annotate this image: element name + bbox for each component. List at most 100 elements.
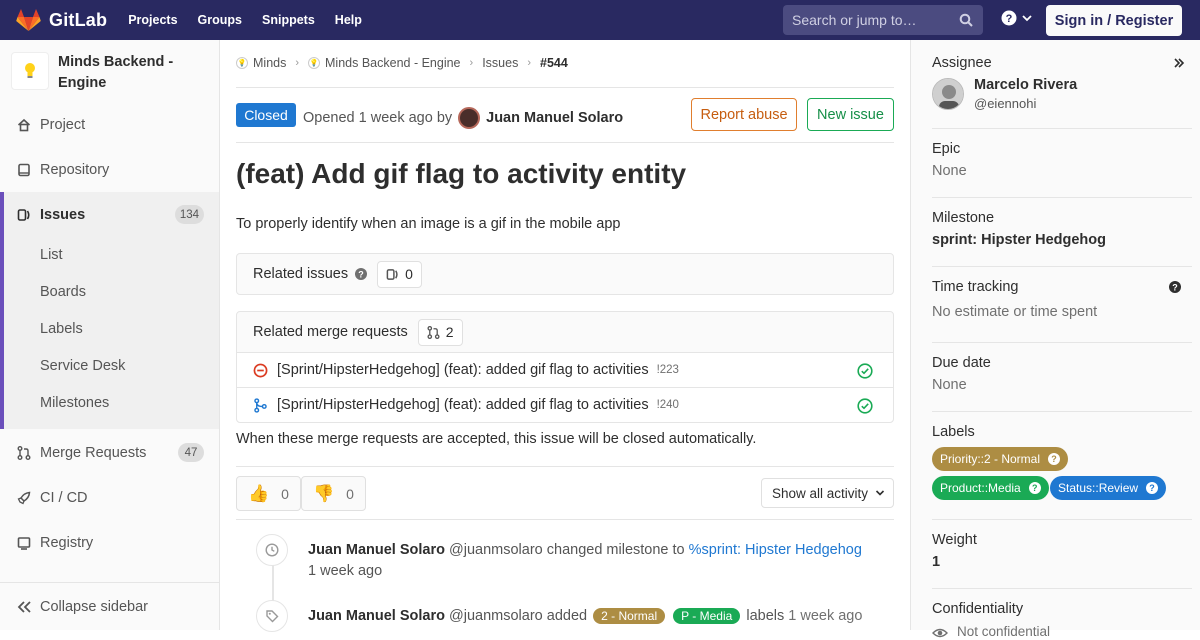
- nav-help[interactable]: Help: [335, 13, 362, 27]
- label-chip[interactable]: 2 - Normal: [593, 608, 666, 624]
- pipeline-success-icon[interactable]: [857, 398, 873, 414]
- assignee-name[interactable]: Marcelo Rivera: [974, 77, 1077, 93]
- collapse-right-sidebar-icon[interactable]: [1173, 57, 1185, 69]
- status-badge: Closed: [236, 103, 296, 127]
- mr-title[interactable]: [Sprint/HipsterHedgehog] (feat): added g…: [277, 362, 649, 378]
- divider: [932, 342, 1192, 343]
- sidebar-label: Merge Requests: [40, 444, 147, 461]
- sign-in-button[interactable]: Sign in / Register: [1046, 5, 1182, 36]
- brand-name: GitLab: [49, 9, 108, 30]
- assignee-label: Assignee: [932, 55, 992, 71]
- opened-text: Opened 1 week ago by: [303, 110, 453, 126]
- breadcrumb-group[interactable]: Minds: [253, 56, 286, 70]
- sidebar-subitem-milestones[interactable]: Milestones: [40, 395, 109, 411]
- label-product[interactable]: Product::Media ?: [932, 476, 1049, 500]
- sidebar-label: Repository: [40, 161, 110, 178]
- sidebar-item-merge-requests[interactable]: Merge Requests 47: [0, 430, 219, 475]
- epic-value: None: [932, 163, 967, 179]
- report-abuse-button[interactable]: Report abuse: [691, 98, 797, 131]
- related-issues-label: Related issues: [253, 266, 349, 282]
- mr-title[interactable]: [Sprint/HipsterHedgehog] (feat): added g…: [277, 397, 649, 413]
- svg-text:?: ?: [358, 270, 364, 280]
- sidebar-item-cicd[interactable]: CI / CD: [0, 475, 219, 520]
- new-issue-button[interactable]: New issue: [807, 98, 894, 131]
- nav-snippets[interactable]: Snippets: [262, 13, 315, 27]
- mr-row[interactable]: [Sprint/HipsterHedgehog] (feat): added g…: [237, 387, 893, 422]
- gitlab-logo[interactable]: GitLab: [16, 0, 107, 40]
- sidebar-subitem-boards[interactable]: Boards: [40, 284, 86, 300]
- author-avatar[interactable]: [458, 107, 481, 129]
- nav-groups[interactable]: Groups: [198, 13, 242, 27]
- clock-icon: [265, 543, 279, 557]
- sidebar-subitem-list[interactable]: List: [40, 247, 63, 263]
- activity-entry: Juan Manuel Solaro @juanmsolaro changed …: [308, 542, 862, 558]
- divider: [932, 588, 1192, 589]
- search-input[interactable]: Search or jump to…: [783, 5, 983, 35]
- double-chevron-left-icon: [17, 600, 31, 613]
- sidebar-item-project[interactable]: Project: [0, 102, 219, 147]
- auto-close-note: When these merge requests are accepted, …: [236, 431, 757, 447]
- label-text: Status::Review: [1058, 481, 1139, 495]
- label-priority[interactable]: Priority::2 - Normal ?: [932, 447, 1069, 471]
- label-text: Product::Media: [940, 481, 1021, 495]
- divider: [932, 197, 1192, 198]
- author-name[interactable]: Juan Manuel Solaro: [486, 110, 623, 126]
- pipeline-success-icon[interactable]: [857, 363, 873, 379]
- rocket-icon: [16, 490, 32, 506]
- milestone-value[interactable]: sprint: Hipster Hedgehog: [932, 232, 1106, 248]
- milestone-label: Milestone: [932, 210, 995, 226]
- sidebar-label: Registry: [40, 534, 94, 551]
- sidebar-item-repository[interactable]: Repository: [0, 147, 219, 192]
- activity-time: 1 week ago: [308, 563, 383, 579]
- question-icon: ?: [1146, 482, 1159, 494]
- thumbs-up-icon: 👍: [248, 483, 270, 503]
- search-icon: [959, 13, 973, 27]
- issues-count-badge: 134: [174, 205, 204, 224]
- chevron-right-icon: ›: [527, 57, 531, 69]
- filter-label: Show all activity: [772, 485, 869, 501]
- activity-handle[interactable]: @juanmsolaro: [449, 608, 543, 624]
- divider: [932, 266, 1192, 267]
- nav-projects[interactable]: Projects: [128, 13, 177, 27]
- breadcrumb-current[interactable]: #544: [540, 56, 568, 70]
- milestone-link[interactable]: %sprint: Hipster Hedgehog: [689, 542, 862, 558]
- due-date-value: None: [932, 377, 967, 393]
- breadcrumb-issues[interactable]: Issues: [482, 56, 518, 70]
- activity-filter-dropdown[interactable]: Show all activity: [761, 478, 894, 508]
- thumbs-down-button[interactable]: 👎 0: [301, 476, 366, 511]
- sidebar-item-registry[interactable]: Registry: [0, 520, 219, 565]
- chevron-down-icon: [875, 490, 885, 496]
- question-icon[interactable]: ?: [355, 268, 368, 280]
- project-header[interactable]: Minds Backend - Engine: [11, 52, 208, 94]
- issue-sidebar: Assignee Marcelo Rivera @eiennohi Epic N…: [910, 40, 1200, 639]
- epic-label: Epic: [932, 141, 961, 157]
- label-status[interactable]: Status::Review ?: [1050, 476, 1167, 500]
- confidentiality-label: Confidentiality: [932, 601, 1024, 617]
- mr-row[interactable]: [Sprint/HipsterHedgehog] (feat): added g…: [237, 352, 893, 387]
- divider: [932, 519, 1192, 520]
- label-chip[interactable]: P - Media: [673, 608, 741, 624]
- issue-description: To properly identify when an image is a …: [236, 216, 621, 232]
- activity-author[interactable]: Juan Manuel Solaro: [308, 542, 445, 558]
- help-dropdown[interactable]: ?: [1001, 10, 1033, 26]
- sidebar-item-issues[interactable]: Issues 134: [0, 192, 219, 237]
- top-nav: Projects Groups Snippets Help: [128, 13, 382, 27]
- collapse-sidebar-button[interactable]: Collapse sidebar: [0, 582, 219, 630]
- sidebar-label: Project: [40, 116, 86, 133]
- activity-suffix: labels: [746, 608, 785, 624]
- activity-handle[interactable]: @juanmsolaro: [449, 542, 543, 558]
- activity-time: 1 week ago: [788, 608, 863, 624]
- divider: [932, 411, 1192, 412]
- sidebar-label: Issues: [40, 206, 86, 223]
- sidebar-subitem-labels[interactable]: Labels: [40, 321, 83, 337]
- breadcrumb-project[interactable]: Minds Backend - Engine: [325, 56, 461, 70]
- question-icon[interactable]: ?: [1169, 281, 1181, 293]
- group-avatar: 💡: [236, 57, 248, 69]
- top-navbar: GitLab Projects Groups Snippets Help Sea…: [0, 0, 1200, 40]
- mr-count-badge: 47: [178, 443, 204, 462]
- sidebar-subitem-service-desk[interactable]: Service Desk: [40, 358, 125, 374]
- merge-request-icon: [16, 445, 32, 461]
- activity-author[interactable]: Juan Manuel Solaro: [308, 608, 445, 624]
- assignee-avatar[interactable]: [932, 78, 964, 110]
- thumbs-up-button[interactable]: 👍 0: [236, 476, 301, 511]
